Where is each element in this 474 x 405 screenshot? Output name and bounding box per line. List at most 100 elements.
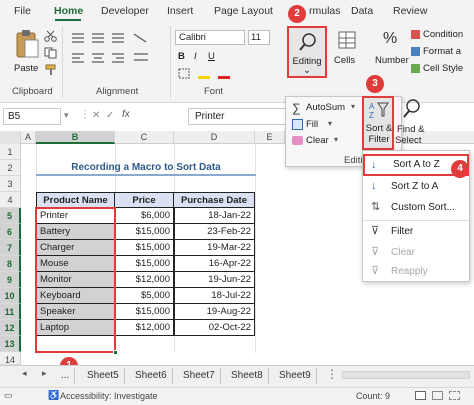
italic-button[interactable]: I: [194, 51, 197, 62]
find-select-label-2[interactable]: Select: [395, 135, 421, 146]
table-cell-price[interactable]: $15,000: [115, 304, 174, 320]
tab-data[interactable]: Data: [351, 2, 373, 20]
column-header-e[interactable]: E: [255, 131, 285, 144]
row-header[interactable]: 6: [0, 224, 21, 240]
column-header-b[interactable]: B: [36, 131, 115, 144]
table-cell-price[interactable]: $15,000: [115, 256, 174, 272]
fill-button[interactable]: Fill: [306, 119, 318, 130]
border-fill-color-icons[interactable]: [178, 68, 238, 80]
row-header[interactable]: 1: [0, 144, 21, 160]
row-header[interactable]: 8: [0, 256, 21, 272]
tab-review[interactable]: Review: [393, 2, 427, 20]
formula-input[interactable]: Printer: [188, 108, 288, 125]
menu-item-sort-z-to-a[interactable]: ↓ Sort Z to A: [363, 176, 469, 197]
fill-handle[interactable]: [113, 350, 118, 355]
insert-function-icon[interactable]: fx: [122, 109, 130, 120]
autosum-button[interactable]: AutoSum: [306, 102, 345, 113]
underline-button[interactable]: U: [208, 51, 215, 62]
row-header[interactable]: 7: [0, 240, 21, 256]
paste-label[interactable]: Paste: [14, 63, 38, 74]
table-cell-price[interactable]: $6,000: [115, 208, 174, 224]
enter-icon[interactable]: ✓: [106, 110, 114, 121]
row-header[interactable]: 9: [0, 272, 21, 288]
table-cell-price[interactable]: $12,000: [115, 320, 174, 336]
table-cell-price[interactable]: $15,000: [115, 224, 174, 240]
cut-icon[interactable]: [44, 30, 58, 42]
cells-icon[interactable]: [337, 30, 357, 50]
table-cell-date[interactable]: 16-Apr-22: [174, 256, 255, 272]
menu-item-custom-sort[interactable]: ⇅ Custom Sort...: [363, 197, 469, 218]
row-header[interactable]: 10: [0, 288, 21, 304]
menu-item-filter[interactable]: ⊽ Filter: [363, 221, 469, 242]
row-header[interactable]: 11: [0, 304, 21, 320]
sheet-tab[interactable]: Sheet7: [178, 368, 221, 384]
menu-item-clear[interactable]: ⊽ Clear: [363, 242, 469, 263]
scroll-right-icon[interactable]: ▸: [42, 368, 47, 379]
column-header-c[interactable]: C: [115, 131, 174, 144]
format-painter-icon[interactable]: [44, 64, 58, 76]
table-cell-date[interactable]: 18-Jan-22: [174, 208, 255, 224]
sort-filter-button[interactable]: AZ Sort & Filter: [362, 96, 394, 150]
find-icon[interactable]: [402, 98, 422, 120]
table-cell-date[interactable]: 19-Aug-22: [174, 304, 255, 320]
column-header-a[interactable]: A: [21, 131, 36, 144]
chevron-down-icon[interactable]: ▾: [328, 119, 332, 128]
row-header[interactable]: 12: [0, 320, 21, 336]
cancel-icon[interactable]: ✕: [92, 110, 100, 121]
normal-view-icon[interactable]: [415, 391, 426, 400]
row-header[interactable]: 14: [0, 352, 21, 365]
row-header[interactable]: 5: [0, 208, 21, 224]
select-all-corner[interactable]: [0, 131, 21, 144]
cell-styles-button[interactable]: Cell Style: [423, 63, 463, 74]
tab-developer[interactable]: Developer: [101, 2, 149, 20]
copy-icon[interactable]: [44, 47, 58, 59]
table-cell-date[interactable]: 19-Mar-22: [174, 240, 255, 256]
clear-button[interactable]: Clear: [306, 135, 329, 146]
page-layout-view-icon[interactable]: [432, 391, 443, 400]
table-cell-date[interactable]: 02-Oct-22: [174, 320, 255, 336]
tab-home[interactable]: Home: [54, 2, 83, 20]
sheet-tab[interactable]: Sheet9: [274, 368, 317, 384]
font-name-select[interactable]: Calibri: [175, 30, 245, 45]
find-select-label-1[interactable]: Find &: [397, 124, 424, 135]
table-cell-date[interactable]: 19-Jun-22: [174, 272, 255, 288]
chevron-down-icon[interactable]: ▾: [351, 102, 355, 111]
menu-item-reapply[interactable]: ⊽ Reapply: [363, 261, 469, 282]
sheet-tab[interactable]: Sheet6: [130, 368, 173, 384]
font-size-select[interactable]: 11: [248, 30, 270, 45]
name-box[interactable]: B5: [3, 108, 61, 125]
namebox-dropdown-icon[interactable]: ▾: [64, 110, 69, 121]
percent-icon[interactable]: %: [383, 30, 397, 48]
cells-label[interactable]: Cells: [334, 55, 355, 66]
paste-icon[interactable]: [14, 28, 40, 62]
horizontal-scrollbar[interactable]: [342, 371, 470, 379]
row-header[interactable]: 3: [0, 176, 21, 192]
tab-insert[interactable]: Insert: [167, 2, 193, 20]
row-header[interactable]: 13: [0, 336, 21, 352]
table-cell-price[interactable]: $12,000: [115, 272, 174, 288]
tab-file[interactable]: File: [14, 2, 31, 20]
more-options-icon[interactable]: ⋮: [326, 367, 338, 381]
scroll-left-icon[interactable]: ◂: [22, 368, 27, 379]
sheet-tab[interactable]: Sheet5: [82, 368, 125, 384]
page-break-view-icon[interactable]: [449, 391, 460, 400]
row-header[interactable]: 2: [0, 160, 21, 176]
accessibility-status[interactable]: Accessibility: Investigate: [60, 391, 158, 401]
conditional-formatting-button[interactable]: Condition: [423, 29, 463, 40]
sheet-tab-more[interactable]: ...: [56, 368, 76, 384]
number-label[interactable]: Number: [375, 55, 409, 66]
alignment-controls[interactable]: [68, 30, 168, 80]
row-header[interactable]: 4: [0, 192, 21, 208]
format-as-table-button[interactable]: Format a: [423, 46, 461, 57]
sheet-tab[interactable]: Sheet8: [226, 368, 269, 384]
chevron-down-icon[interactable]: ▾: [334, 135, 338, 144]
table-cell-price[interactable]: $5,000: [115, 288, 174, 304]
more-icon[interactable]: ⋮: [80, 109, 90, 120]
editing-button[interactable]: Editing ⌄: [287, 26, 327, 78]
table-cell-date[interactable]: 23-Feb-22: [174, 224, 255, 240]
tab-page-layout[interactable]: Page Layout: [214, 2, 273, 20]
bold-button[interactable]: B: [178, 51, 185, 62]
column-header-d[interactable]: D: [174, 131, 255, 144]
table-cell-date[interactable]: 18-Jul-22: [174, 288, 255, 304]
tab-formulas[interactable]: rmulas: [309, 2, 341, 20]
